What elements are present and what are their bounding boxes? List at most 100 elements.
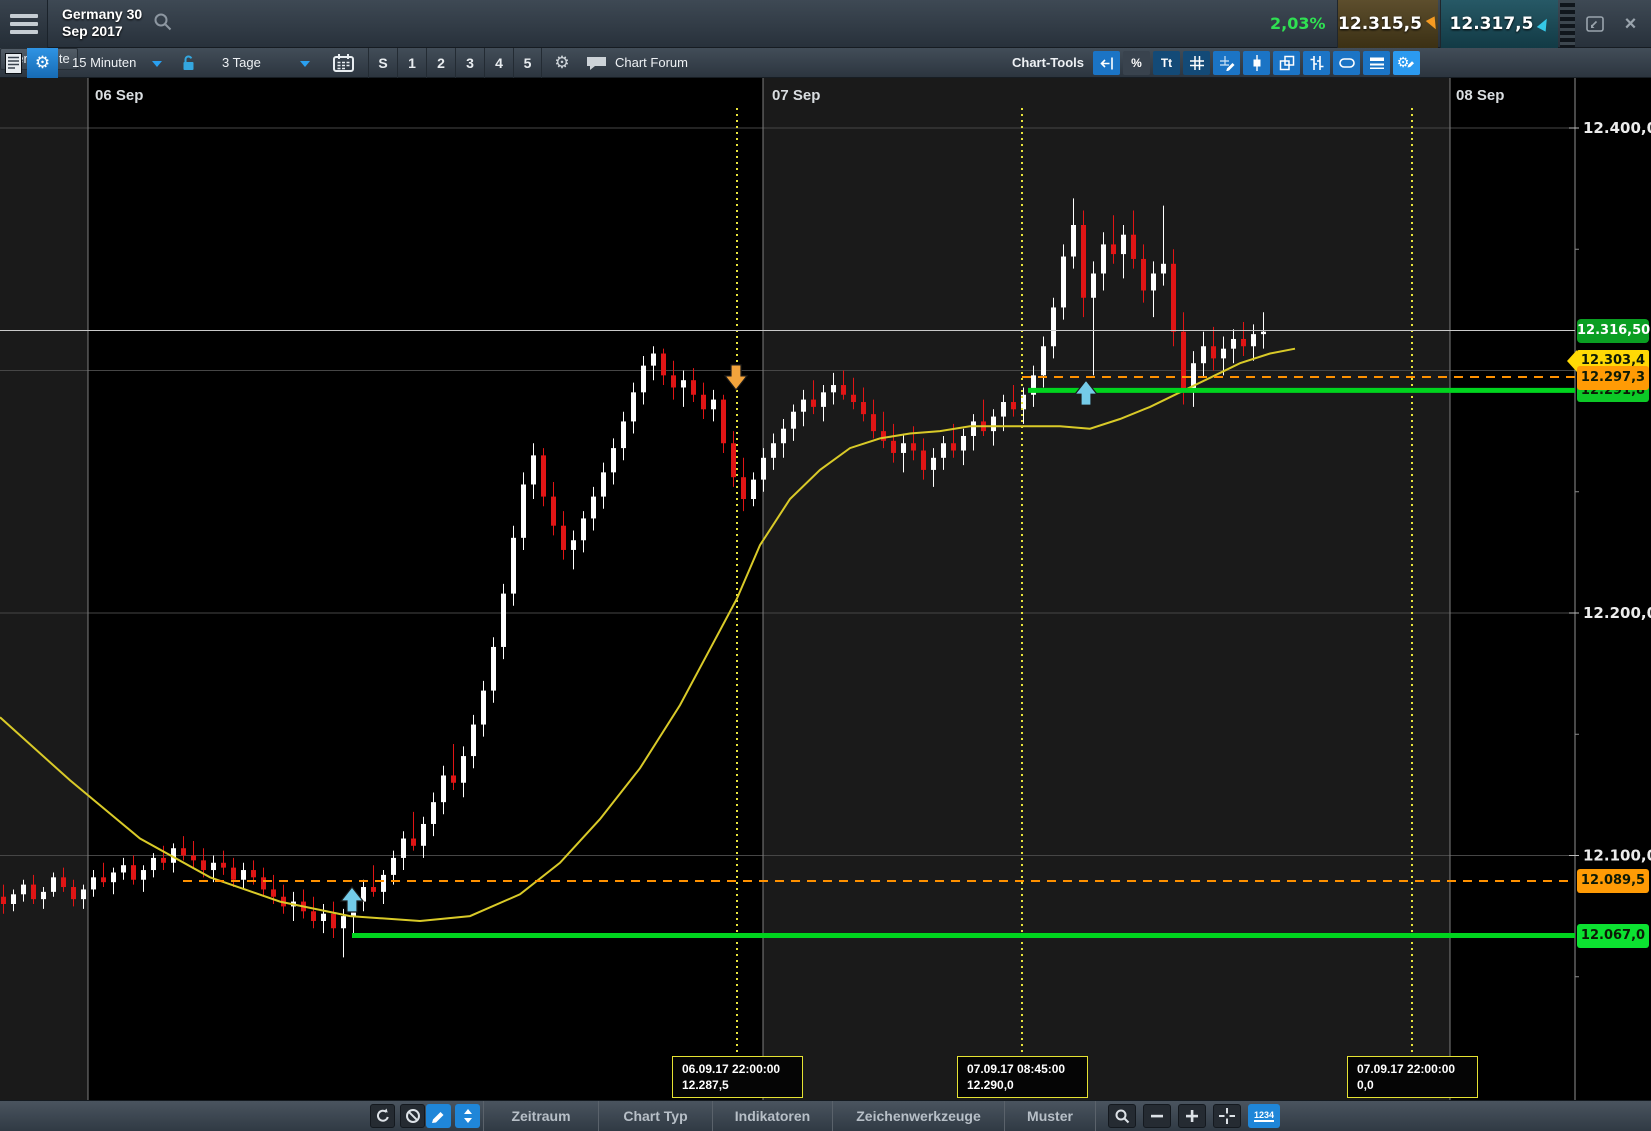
orange-line-tag-lower[interactable]: 12.089,5 — [1577, 869, 1649, 893]
comment-icon[interactable] — [586, 56, 607, 71]
speed-button-s[interactable]: S — [368, 48, 397, 78]
candle-body — [701, 395, 706, 410]
interval-chevron-down-icon[interactable] — [152, 61, 162, 67]
text-tool-icon[interactable]: Tt — [1153, 51, 1180, 75]
speed-button-5[interactable]: 5 — [513, 48, 542, 78]
zoom-in-icon[interactable] — [1178, 1104, 1206, 1128]
candle-body — [111, 872, 116, 882]
candle-body — [1, 897, 6, 904]
lock-icon[interactable] — [181, 55, 196, 71]
percent-scale-icon[interactable]: % — [1123, 51, 1150, 75]
time-annotation-box[interactable]: 06.09.17 22:00:00 12.287,5 — [672, 1056, 803, 1098]
grid-icon[interactable] — [1183, 51, 1210, 75]
zeitraum-button[interactable]: Zeitraum — [483, 1101, 598, 1131]
date-label: 07 Sep — [772, 87, 820, 104]
candle-body — [1111, 244, 1116, 254]
range-select[interactable]: 3 Tage — [222, 48, 261, 78]
candle-body — [91, 877, 96, 889]
candle-body — [501, 594, 506, 647]
time-annotation-box[interactable]: 07.09.17 22:00:00 0,0 — [1347, 1056, 1478, 1098]
gear-edit-icon[interactable]: ⚙ — [1393, 51, 1420, 75]
time-annotation-box[interactable]: 07.09.17 08:45:00 12.290,0 — [957, 1056, 1088, 1098]
draw-grid-icon[interactable] — [1213, 51, 1240, 75]
news-icon[interactable] — [2, 51, 25, 75]
chart-area[interactable]: 06 Sep07 Sep08 Sep12.400,012.200,012.100… — [0, 78, 1651, 1100]
candle-body — [1131, 235, 1136, 259]
crosshair-icon[interactable] — [1213, 1104, 1241, 1128]
shape-tool-icon[interactable] — [1333, 51, 1360, 75]
pop-out-button[interactable] — [1577, 0, 1612, 48]
lines-tool-icon[interactable] — [1363, 51, 1390, 75]
chart-settings-button[interactable]: ⚙ — [27, 48, 58, 78]
candle-body — [811, 400, 816, 407]
axis-price-label: 12.200,0 — [1583, 604, 1651, 622]
sell-price-button[interactable]: 12.315,5 — [1337, 0, 1438, 48]
refresh-icon[interactable] — [370, 1104, 395, 1128]
chart-typ-button[interactable]: Chart Typ — [598, 1101, 712, 1131]
candle-body — [1241, 339, 1246, 346]
candle-body — [611, 448, 616, 472]
candle-body — [251, 870, 256, 877]
candle-body — [951, 443, 956, 450]
zoom-icon[interactable] — [1108, 1104, 1136, 1128]
candle-body — [151, 858, 156, 870]
speed-button-1[interactable]: 1 — [397, 48, 426, 78]
close-icon: × — [1625, 13, 1637, 36]
candlestick-icon[interactable] — [1243, 51, 1270, 75]
zoom-out-icon[interactable] — [1143, 1104, 1171, 1128]
buy-marker-arrow-icon[interactable] — [341, 887, 363, 912]
sell-marker-arrow-icon[interactable] — [725, 365, 747, 390]
speed-button-4[interactable]: 4 — [484, 48, 513, 78]
candle-body — [1181, 332, 1186, 390]
candle-body — [521, 484, 526, 537]
settings-gear-icon[interactable]: ⚙ — [549, 51, 575, 75]
candle-body — [21, 885, 26, 895]
instrument-name: Germany 30 — [62, 6, 142, 23]
price-chart[interactable]: 06 Sep07 Sep08 Sep12.400,012.200,012.100… — [0, 78, 1651, 1100]
buy-price-button[interactable]: 12.317,5 — [1440, 0, 1558, 48]
annotation-value: 12.287,5 — [682, 1077, 802, 1093]
interval-select[interactable]: 15 Minuten — [72, 48, 136, 78]
sort-arrows-icon[interactable] — [455, 1104, 480, 1128]
axis-numbers-icon[interactable]: 1234 — [1248, 1104, 1280, 1128]
title-bar: Germany 30 Sep 2017 2,03% 12.315,5 12.31… — [0, 0, 1651, 48]
speed-button-3[interactable]: 3 — [455, 48, 484, 78]
annotation-time: 07.09.17 08:45:00 — [967, 1061, 1087, 1077]
ohlc-bars-icon[interactable] — [1303, 51, 1330, 75]
candle-body — [201, 860, 206, 870]
candle-body — [891, 441, 896, 453]
candle-body — [871, 414, 876, 431]
menu-icon[interactable] — [0, 0, 48, 48]
candle-body — [181, 848, 186, 855]
candle-body — [61, 877, 66, 887]
candle-body — [881, 431, 886, 441]
windows-layout-icon[interactable] — [1273, 51, 1300, 75]
chart-forum-link[interactable]: Chart Forum — [615, 48, 688, 78]
candle-body — [211, 863, 216, 870]
speed-button-2[interactable]: 2 — [426, 48, 455, 78]
candle-body — [741, 477, 746, 499]
candle-body — [1211, 346, 1216, 358]
candle-body — [781, 429, 786, 444]
disable-drawing-icon[interactable] — [400, 1104, 425, 1128]
drag-handle[interactable] — [1560, 0, 1575, 48]
back-arrow-icon[interactable] — [1093, 51, 1120, 75]
search-icon[interactable] — [153, 12, 175, 39]
candle-body — [921, 451, 926, 470]
candle-body — [31, 885, 36, 900]
candle-body — [631, 392, 636, 421]
close-button[interactable]: × — [1613, 0, 1648, 48]
green-line-tag-lower[interactable]: 12.067,0 — [1577, 924, 1649, 948]
candle-body — [931, 458, 936, 470]
indikatoren-button[interactable]: Indikatoren — [712, 1101, 832, 1131]
candle-body — [911, 443, 916, 450]
candle-body — [1061, 257, 1066, 308]
candle-body — [491, 647, 496, 691]
zeichenwerkzeuge-button[interactable]: Zeichenwerkzeuge — [832, 1101, 1004, 1131]
orange-line-tag-upper[interactable]: 12.297,3 — [1577, 366, 1649, 390]
candle-body — [971, 421, 976, 436]
muster-button[interactable]: Muster — [1004, 1101, 1096, 1131]
pencil-icon[interactable] — [426, 1104, 451, 1128]
calendar-icon[interactable] — [333, 53, 354, 72]
range-chevron-down-icon[interactable] — [300, 61, 310, 67]
